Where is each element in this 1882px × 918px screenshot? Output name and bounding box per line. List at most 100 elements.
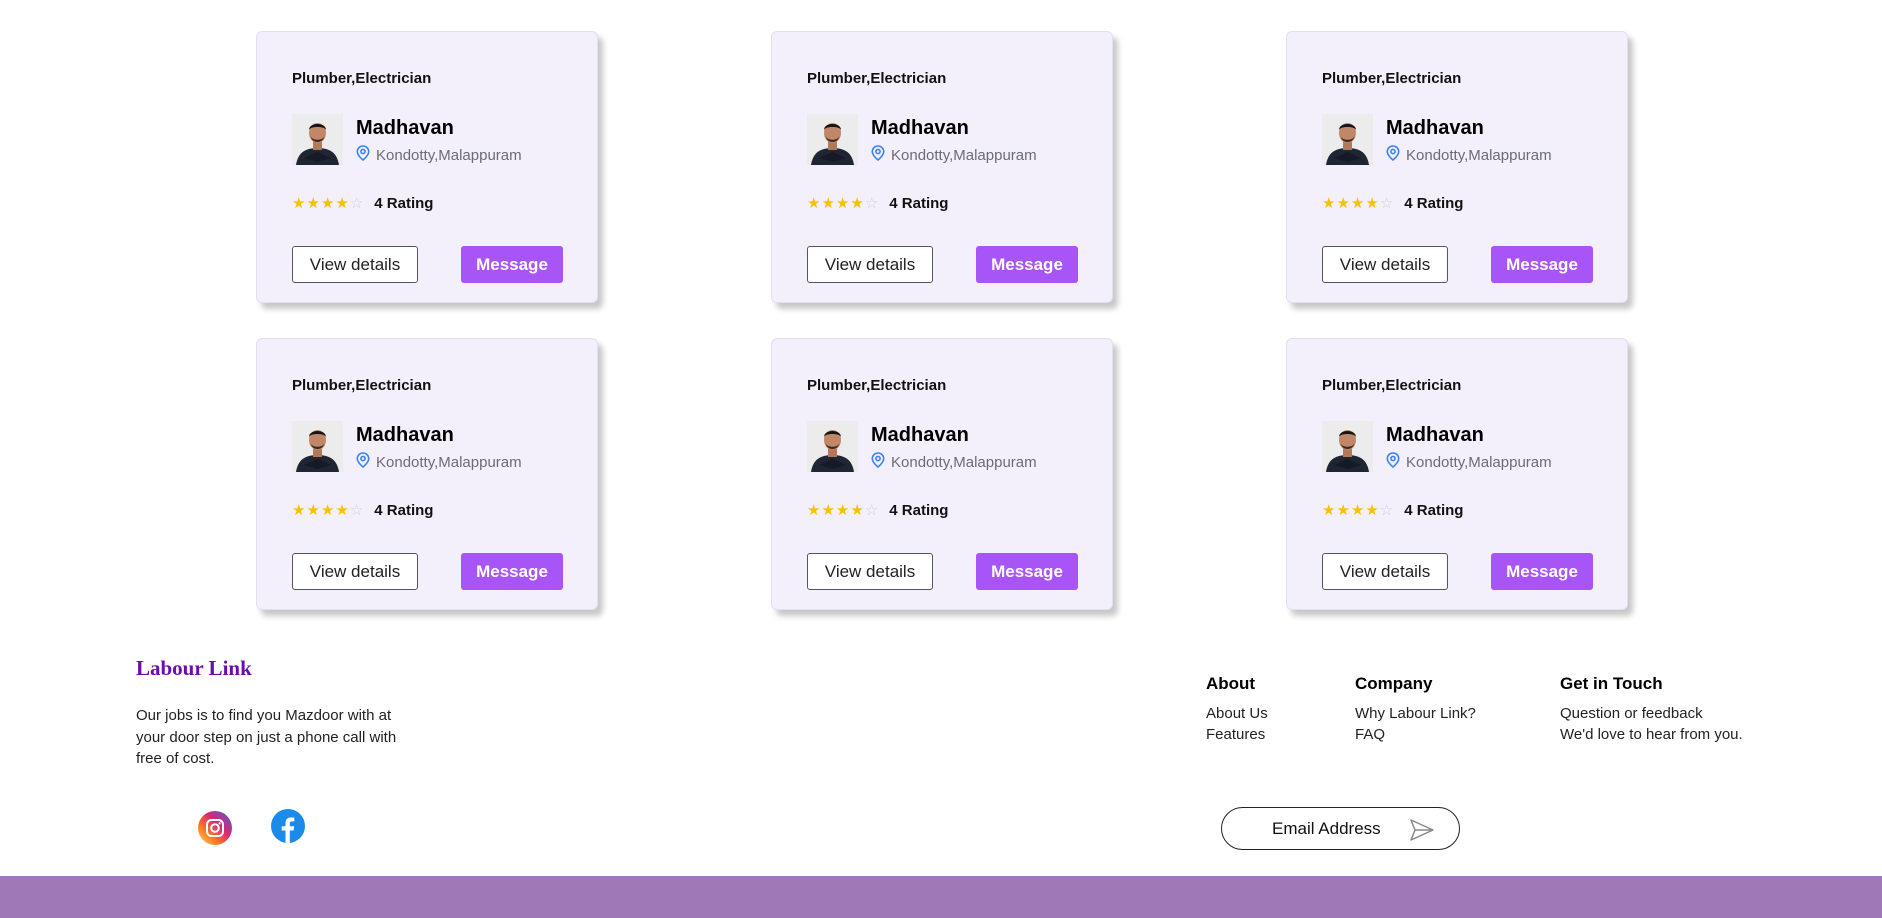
footer-contact-heading: Get in Touch: [1560, 674, 1663, 693]
star-filled-icon: ★: [335, 195, 349, 212]
worker-card: Plumber,Electrician Madhavan Kondotty,Ma…: [256, 31, 598, 303]
worker-name: Madhavan: [356, 117, 454, 139]
footer-brand: Labour Link: [136, 656, 252, 680]
star-empty-icon: ☆: [1379, 195, 1394, 212]
worker-profession: Plumber,Electrician: [292, 377, 432, 394]
worker-rating: ★ ★ ★ ★ ☆ 4 Rating: [807, 502, 948, 519]
worker-card: Plumber,Electrician Madhavan Kondotty,Ma…: [771, 31, 1113, 303]
worker-avatar: [1322, 421, 1373, 472]
star-filled-icon: ★: [807, 502, 821, 519]
worker-location-text: Kondotty,Malappuram: [891, 146, 1037, 164]
view-details-button[interactable]: View details: [292, 246, 418, 283]
star-filled-icon: ★: [1365, 502, 1379, 519]
worker-profession: Plumber,Electrician: [1322, 377, 1462, 394]
worker-avatar: [292, 421, 343, 472]
rating-stars: ★ ★ ★ ★ ☆: [807, 503, 878, 518]
worker-location-text: Kondotty,Malappuram: [1406, 453, 1552, 471]
send-icon[interactable]: [1409, 817, 1435, 843]
rating-stars: ★ ★ ★ ★ ☆: [1322, 196, 1393, 211]
star-filled-icon: ★: [850, 195, 864, 212]
star-empty-icon: ☆: [1379, 502, 1394, 519]
worker-location: Kondotty,Malappuram: [356, 452, 522, 472]
view-details-button[interactable]: View details: [1322, 553, 1448, 590]
rating-text: 4 Rating: [889, 195, 949, 212]
worker-card: Plumber,Electrician Madhavan Kondotty,Ma…: [771, 338, 1113, 610]
worker-name: Madhavan: [356, 424, 454, 446]
worker-location: Kondotty,Malappuram: [1386, 145, 1552, 165]
location-pin-icon: [871, 145, 885, 165]
location-pin-icon: [871, 452, 885, 472]
worker-avatar: [807, 114, 858, 165]
star-filled-icon: ★: [320, 195, 335, 212]
rating-text: 4 Rating: [374, 195, 434, 212]
instagram-icon[interactable]: [198, 811, 232, 845]
rating-stars: ★ ★ ★ ★ ☆: [1322, 503, 1393, 518]
worker-card: Plumber,Electrician Madhavan Kondotty,Ma…: [256, 338, 598, 610]
star-filled-icon: ★: [821, 195, 835, 212]
message-button[interactable]: Message: [976, 553, 1078, 590]
email-input[interactable]: [1272, 817, 1417, 841]
message-button[interactable]: Message: [1491, 246, 1593, 283]
worker-location: Kondotty,Malappuram: [1386, 452, 1552, 472]
star-filled-icon: ★: [1350, 502, 1365, 519]
footer-link-faq[interactable]: FAQ: [1355, 724, 1476, 745]
footer-about-column: About About Us Features: [1206, 674, 1268, 745]
message-button[interactable]: Message: [1491, 553, 1593, 590]
worker-name: Madhavan: [871, 424, 969, 446]
location-pin-icon: [1386, 452, 1400, 472]
star-filled-icon: ★: [1350, 195, 1365, 212]
star-empty-icon: ☆: [864, 502, 879, 519]
star-filled-icon: ★: [335, 502, 349, 519]
footer-company-heading: Company: [1355, 674, 1433, 693]
worker-profession: Plumber,Electrician: [1322, 70, 1462, 87]
worker-avatar: [807, 421, 858, 472]
worker-rating: ★ ★ ★ ★ ☆ 4 Rating: [1322, 502, 1463, 519]
view-details-button[interactable]: View details: [807, 553, 933, 590]
star-filled-icon: ★: [292, 195, 306, 212]
footer-contact-column: Get in Touch Question or feedback We'd l…: [1560, 674, 1743, 745]
worker-location: Kondotty,Malappuram: [356, 145, 522, 165]
worker-avatar: [292, 114, 343, 165]
rating-stars: ★ ★ ★ ★ ☆: [292, 503, 363, 518]
star-filled-icon: ★: [835, 195, 850, 212]
worker-rating: ★ ★ ★ ★ ☆ 4 Rating: [1322, 195, 1463, 212]
message-button[interactable]: Message: [976, 246, 1078, 283]
worker-card: Plumber,Electrician Madhavan Kondotty,Ma…: [1286, 31, 1628, 303]
footer-link-about-us[interactable]: About Us: [1206, 703, 1268, 724]
footer-company-column: Company Why Labour Link? FAQ: [1355, 674, 1476, 745]
star-filled-icon: ★: [306, 195, 320, 212]
view-details-button[interactable]: View details: [807, 246, 933, 283]
rating-stars: ★ ★ ★ ★ ☆: [807, 196, 878, 211]
rating-stars: ★ ★ ★ ★ ☆: [292, 196, 363, 211]
worker-location-text: Kondotty,Malappuram: [1406, 146, 1552, 164]
footer-link-features[interactable]: Features: [1206, 724, 1268, 745]
rating-text: 4 Rating: [889, 502, 949, 519]
message-button[interactable]: Message: [461, 246, 563, 283]
worker-name: Madhavan: [1386, 117, 1484, 139]
star-filled-icon: ★: [821, 502, 835, 519]
worker-profession: Plumber,Electrician: [807, 377, 947, 394]
view-details-button[interactable]: View details: [1322, 246, 1448, 283]
star-filled-icon: ★: [1322, 502, 1336, 519]
worker-location-text: Kondotty,Malappuram: [376, 453, 522, 471]
worker-location-text: Kondotty,Malappuram: [891, 453, 1037, 471]
bottom-bar: [0, 876, 1882, 918]
view-details-button[interactable]: View details: [292, 553, 418, 590]
message-button[interactable]: Message: [461, 553, 563, 590]
star-empty-icon: ☆: [349, 195, 364, 212]
worker-cards-grid: Plumber,Electrician Madhavan Kondotty,Ma…: [256, 31, 1628, 610]
location-pin-icon: [356, 452, 370, 472]
worker-name: Madhavan: [871, 117, 969, 139]
worker-profession: Plumber,Electrician: [807, 70, 947, 87]
star-filled-icon: ★: [1336, 502, 1350, 519]
footer-link-why-labour-link[interactable]: Why Labour Link?: [1355, 703, 1476, 724]
star-empty-icon: ☆: [349, 502, 364, 519]
email-subscribe-box: [1221, 807, 1460, 850]
footer-about-heading: About: [1206, 674, 1256, 693]
worker-location: Kondotty,Malappuram: [871, 145, 1037, 165]
star-filled-icon: ★: [850, 502, 864, 519]
star-filled-icon: ★: [835, 502, 850, 519]
facebook-icon[interactable]: [271, 809, 305, 843]
location-pin-icon: [1386, 145, 1400, 165]
rating-text: 4 Rating: [1404, 502, 1464, 519]
